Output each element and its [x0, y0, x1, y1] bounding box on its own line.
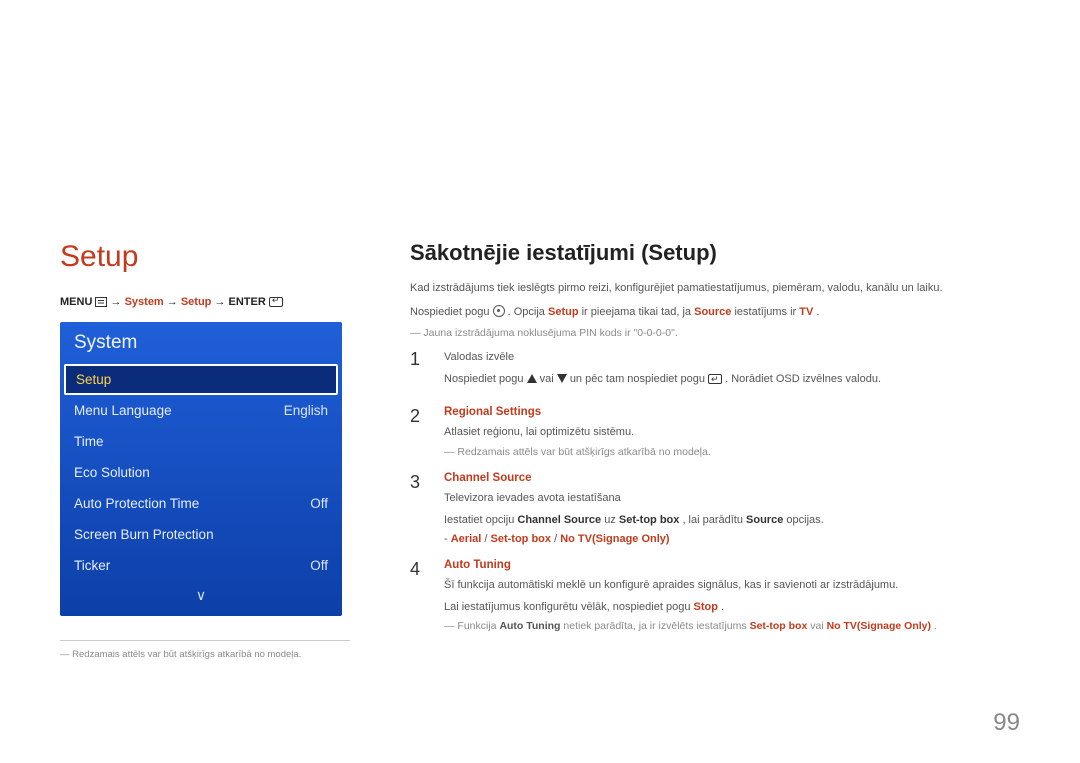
step-2-note: Redzamais attēls var būt atšķirīgs atkar… [444, 446, 1020, 458]
step-2-title: Regional Settings [444, 406, 1020, 418]
text: . [816, 306, 819, 318]
step-1-text: Nospiediet pogu vai un pēc tam nospiedie… [444, 371, 1020, 389]
menu-item-ticker[interactable]: Ticker Off [60, 550, 342, 581]
menu-item-value: English [284, 403, 328, 418]
text: opcijas. [786, 514, 823, 526]
menu-item-value: Off [310, 558, 328, 573]
text: Funkcija [457, 620, 499, 632]
step-4-text-1: Šī funkcija automātiski meklē un konfigu… [444, 577, 1020, 595]
menu-item-time[interactable]: Time [60, 426, 342, 457]
text: vai [810, 620, 826, 632]
left-footnote: Redzamais attēls var būt atšķirīgs atkar… [60, 649, 350, 660]
text: . Opcija [508, 306, 548, 318]
step-3-title: Channel Source [444, 472, 1020, 484]
hl-stop: Stop [694, 601, 718, 613]
text: vai [540, 373, 557, 385]
step-1: Valodas izvēle Nospiediet pogu vai un pē… [410, 349, 1020, 392]
system-menu-panel: System Setup Menu Language English Time … [60, 322, 342, 616]
menu-icon [95, 297, 107, 307]
menu-item-label: Auto Protection Time [74, 496, 199, 511]
section-heading-setup: Setup [60, 240, 350, 274]
text: Nospiediet pogu [444, 373, 527, 385]
power-icon [493, 305, 505, 317]
menu-item-auto-protection-time[interactable]: Auto Protection Time Off [60, 488, 342, 519]
breadcrumb-enter: ENTER [229, 296, 266, 308]
menu-item-label: Time [74, 434, 104, 449]
up-icon [527, 374, 537, 383]
step-4-note: Funkcija Auto Tuning netiek parādīta, ja… [444, 620, 1020, 632]
text: netiek parādīta, ja ir izvēlēts iestatīj… [563, 620, 749, 632]
hl-no-tv: No TV(Signage Only) [827, 620, 931, 632]
text: , lai parādītu [682, 514, 746, 526]
enter-icon [269, 297, 283, 307]
breadcrumb-setup: Setup [181, 296, 212, 308]
bold-source: Source [746, 514, 783, 526]
menu-item-screen-burn-protection[interactable]: Screen Burn Protection [60, 519, 342, 550]
text: Lai iestatījumus konfigurētu vēlāk, nosp… [444, 601, 694, 613]
divider [60, 640, 350, 641]
hl-tv: TV [799, 306, 813, 318]
menu-item-value: Off [310, 496, 328, 511]
text: ir pieejama tikai tad, ja [582, 306, 695, 318]
hl-source: Source [694, 306, 731, 318]
step-2: Regional Settings Atlasiet reģionu, lai … [410, 406, 1020, 458]
intro-paragraph: Kad izstrādājums tiek ieslēgts pirmo rei… [410, 280, 1020, 298]
hl-set-top-box: Set-top box [750, 620, 808, 632]
menu-item-eco-solution[interactable]: Eco Solution [60, 457, 342, 488]
text: uz [604, 514, 619, 526]
menu-item-label: Ticker [74, 558, 110, 573]
breadcrumb-arrow: → [111, 296, 122, 308]
text: Iestatiet opciju [444, 514, 517, 526]
pin-note: Jauna izstrādājuma noklusējuma PIN kods … [410, 327, 1020, 339]
breadcrumb-arrow: → [167, 296, 178, 308]
bold-channel-source: Channel Source [517, 514, 601, 526]
menu-more-down[interactable]: ∨ [60, 581, 342, 608]
step-3-text-2: Iestatiet opciju Channel Source uz Set-t… [444, 512, 1020, 530]
text: . [721, 601, 724, 613]
page-number: 99 [993, 709, 1020, 737]
breadcrumb-system: System [125, 296, 164, 308]
step-3: Channel Source Televizora ievades avota … [410, 472, 1020, 545]
enter-icon [708, 374, 722, 384]
menu-item-label: Screen Burn Protection [74, 527, 214, 542]
text: iestatījums ir [734, 306, 799, 318]
menu-item-label: Setup [76, 372, 111, 387]
text: un pēc tam nospiediet pogu [570, 373, 708, 385]
text: . Norādiet OSD izvēlnes valodu. [725, 373, 881, 385]
step-3-options: Aerial / Set-top box / No TV(Signage Onl… [444, 533, 1020, 545]
breadcrumb-arrow: → [214, 296, 225, 308]
hl-set-top-box: Set-top box [491, 533, 552, 545]
text: Nospiediet pogu [410, 306, 493, 318]
step-3-text-1: Televizora ievades avota iestatīšana [444, 490, 1020, 508]
hl-aerial: Aerial [451, 533, 482, 545]
step-4: Auto Tuning Šī funkcija automātiski mekl… [410, 559, 1020, 632]
step-4-text-2: Lai iestatījumus konfigurētu vēlāk, nosp… [444, 599, 1020, 617]
bold-auto-tuning: Auto Tuning [499, 620, 560, 632]
menu-item-setup[interactable]: Setup [64, 364, 338, 395]
breadcrumb-menu: MENU [60, 296, 92, 308]
menu-item-label: Eco Solution [74, 465, 150, 480]
breadcrumb: MENU → System → Setup → ENTER [60, 296, 350, 308]
text: . [934, 620, 937, 632]
bold-set-top-box: Set-top box [619, 514, 680, 526]
heading-initial-setup: Sākotnējie iestatījumi (Setup) [410, 240, 1020, 266]
step-list: Valodas izvēle Nospiediet pogu vai un pē… [410, 349, 1020, 632]
step-4-title: Auto Tuning [444, 559, 1020, 571]
menu-panel-title: System [60, 322, 342, 364]
hl-no-tv: No TV(Signage Only) [560, 533, 669, 545]
press-button-paragraph: Nospiediet pogu . Opcija Setup ir pieeja… [410, 304, 1020, 322]
menu-item-label: Menu Language [74, 403, 172, 418]
menu-item-menu-language[interactable]: Menu Language English [60, 395, 342, 426]
step-1-title: Valodas izvēle [444, 349, 1020, 367]
down-icon [557, 374, 567, 383]
hl-setup: Setup [548, 306, 579, 318]
step-2-text: Atlasiet reģionu, lai optimizētu sistēmu… [444, 424, 1020, 442]
